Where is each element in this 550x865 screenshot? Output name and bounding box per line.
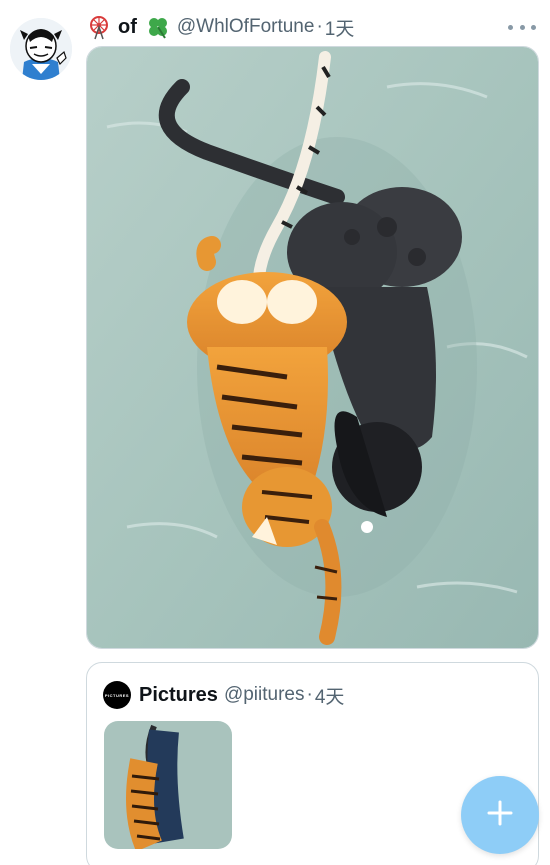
tweet-media-image[interactable]: [86, 46, 539, 649]
quoted-author-handle[interactable]: @piitures: [224, 684, 305, 706]
author-name[interactable]: of: [118, 16, 137, 39]
quoted-tweet-time[interactable]: 4天: [315, 682, 345, 709]
author-avatar[interactable]: [10, 18, 72, 80]
compose-button[interactable]: [461, 776, 539, 854]
more-horizontal-icon[interactable]: [508, 18, 536, 36]
tweet-time[interactable]: 1天: [325, 14, 355, 41]
author-handle[interactable]: @WhlOfFortune: [177, 16, 315, 38]
tweet[interactable]: of @WhlOfFortune · 1天 PICTURES Pictures …: [0, 0, 550, 865]
ferris-wheel-icon: [86, 14, 112, 40]
quoted-tweet-media-thumbnail[interactable]: [104, 721, 232, 849]
separator-dot: ·: [316, 16, 323, 37]
quoted-author-name[interactable]: Pictures: [139, 684, 218, 707]
quoted-tweet-header: PICTURES Pictures @piitures · 4天: [103, 681, 344, 709]
quoted-author-avatar[interactable]: PICTURES: [103, 681, 131, 709]
four-leaf-clover-icon: [145, 14, 171, 40]
plus-icon: [485, 798, 515, 833]
tweet-header: of @WhlOfFortune · 1天: [86, 12, 536, 42]
separator-dot: ·: [306, 684, 313, 705]
